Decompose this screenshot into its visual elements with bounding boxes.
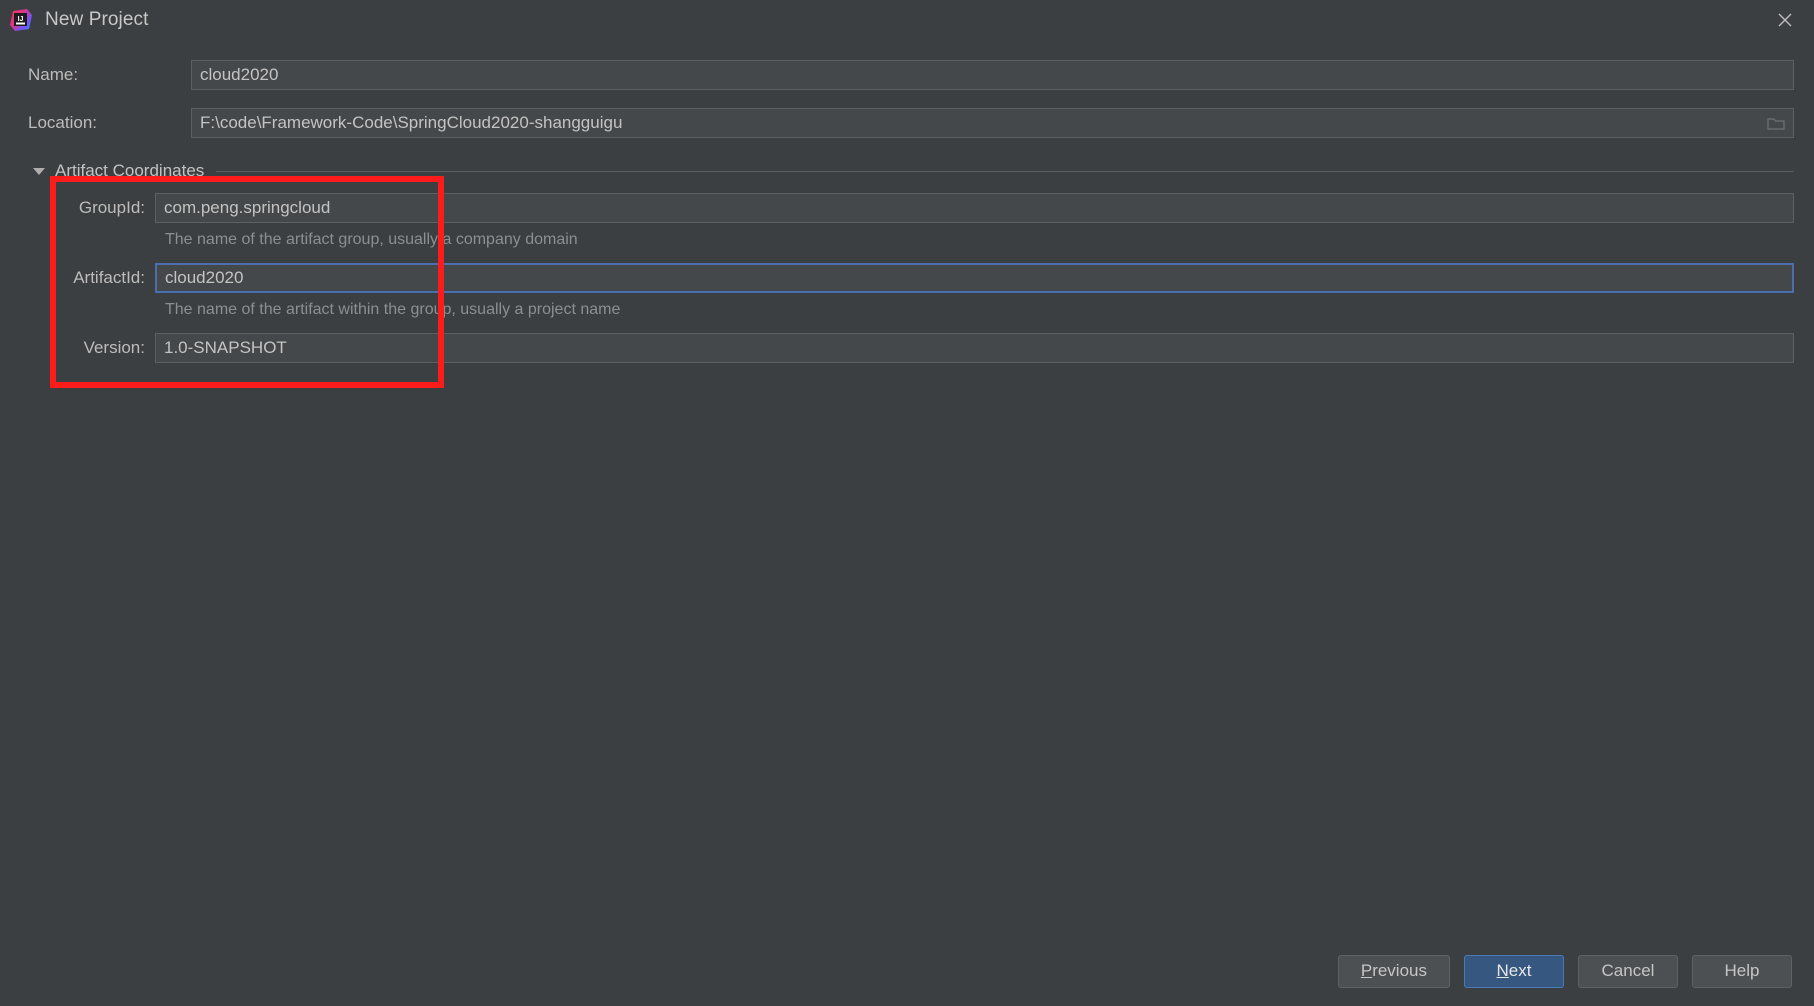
artifactid-input[interactable]: cloud2020 [155,263,1794,293]
groupid-input[interactable]: com.peng.springcloud [155,193,1794,223]
dialog-button-bar: Previous Next Cancel Help [0,936,1814,1006]
dialog-title: New Project [45,9,149,30]
help-button[interactable]: Help [1692,954,1792,988]
intellij-idea-logo: IJ [10,9,32,31]
artifactid-hint: The name of the artifact within the grou… [165,301,621,318]
groupid-row: GroupId: com.peng.springcloud [0,193,1814,223]
location-input[interactable]: F:\code\Framework-Code\SpringCloud2020-s… [191,108,1794,138]
dialog-content: Name: cloud2020 Location: F:\code\Framew… [0,60,1814,363]
close-icon[interactable] [1756,0,1814,40]
location-row: Location: F:\code\Framework-Code\SpringC… [0,108,1814,138]
name-row: Name: cloud2020 [0,60,1814,90]
groupid-hint: The name of the artifact group, usually … [165,231,578,248]
dialog-titlebar: IJ New Project [0,0,1814,40]
location-label: Location: [28,113,97,132]
name-label: Name: [28,65,79,84]
artifact-coordinates-header[interactable]: Artifact Coordinates [0,161,1814,181]
cancel-button[interactable]: Cancel [1578,954,1678,988]
artifactid-label: ArtifactId: [73,268,145,287]
folder-browse-icon[interactable] [1766,114,1786,132]
version-row: Version: 1.0-SNAPSHOT [0,333,1814,363]
version-input[interactable]: 1.0-SNAPSHOT [155,333,1794,363]
section-divider [216,170,1794,172]
artifact-coordinates-body: GroupId: com.peng.springcloud The name o… [0,193,1814,363]
groupid-label: GroupId: [78,198,145,217]
artifactid-row: ArtifactId: cloud2020 [0,263,1814,293]
artifact-coordinates-title: Artifact Coordinates [55,161,205,180]
next-button[interactable]: Next [1464,954,1564,988]
triangle-down-icon[interactable] [33,167,45,175]
location-input-wrapper: F:\code\Framework-Code\SpringCloud2020-s… [191,108,1794,138]
name-input[interactable]: cloud2020 [191,60,1794,90]
version-label: Version: [83,338,145,357]
svg-text:IJ: IJ [18,16,24,23]
previous-button[interactable]: Previous [1337,954,1450,988]
